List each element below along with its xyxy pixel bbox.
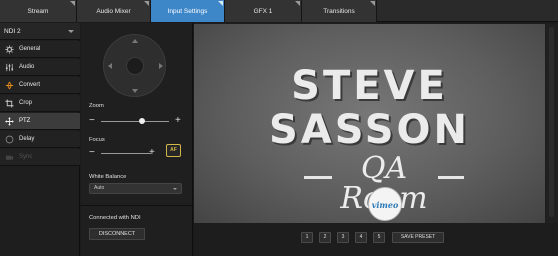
sync-camera-icon — [5, 155, 14, 161]
tab-corner-indicator — [295, 1, 300, 6]
input-preview: STEVE SASSON QA Room vimeo — [194, 24, 545, 223]
white-balance-select[interactable]: Auto — [89, 183, 182, 194]
ptz-controls-panel: Zoom − + Focus − + AF White Balance Auto… — [81, 23, 193, 256]
sidebar-item-label: Audio — [19, 64, 35, 70]
preview-area: STEVE SASSON QA Room vimeo 1 2 3 4 5 SAV… — [194, 23, 558, 256]
convert-icon — [5, 81, 14, 90]
preview-title-line-2: SASSON — [268, 107, 471, 153]
input-sidebar: NDI 2 General Audio Convert Crop PTZ Del… — [0, 23, 80, 256]
sidebar-item-convert[interactable]: Convert — [0, 77, 80, 94]
tab-transitions-label: Transitions — [323, 8, 355, 15]
preset-3-button[interactable]: 3 — [337, 232, 349, 243]
preset-1-button[interactable]: 1 — [301, 232, 313, 243]
sidebar-item-sync[interactable]: Sync — [0, 149, 80, 166]
ptz-joystick-center[interactable] — [126, 57, 144, 75]
sidebar-item-general[interactable]: General — [0, 41, 80, 58]
chevron-down-icon — [68, 30, 74, 33]
disconnect-button[interactable]: DISCONNECT — [89, 228, 145, 240]
preset-4-button[interactable]: 4 — [355, 232, 367, 243]
focus-minus-button[interactable]: − — [89, 148, 95, 158]
tab-audio-mixer-label: Audio Mixer — [96, 8, 131, 15]
pan-down-arrow-icon[interactable] — [132, 89, 138, 93]
preset-5-button[interactable]: 5 — [373, 232, 385, 243]
tab-stream[interactable]: Stream — [0, 0, 77, 22]
tab-corner-indicator — [218, 1, 223, 6]
sidebar-item-label: PTZ — [19, 118, 31, 124]
zoom-minus-button[interactable]: − — [89, 116, 95, 126]
sidebar-item-ptz[interactable]: PTZ — [0, 113, 80, 130]
sidebar-item-audio[interactable]: Audio — [0, 59, 80, 76]
preview-dash-right — [438, 176, 464, 179]
crop-icon — [5, 99, 14, 108]
tab-input-settings-label: Input Settings — [167, 8, 208, 15]
pan-right-arrow-icon[interactable] — [159, 63, 163, 69]
zoom-label: Zoom — [89, 103, 104, 109]
focus-label: Focus — [89, 137, 105, 143]
white-balance-label: White Balance — [89, 174, 127, 180]
sidebar-item-label: Crop — [19, 100, 33, 106]
pan-left-arrow-icon[interactable] — [108, 63, 112, 69]
vimeo-badge: vimeo — [368, 187, 402, 221]
focus-plus-button[interactable]: + — [149, 148, 155, 158]
tab-audio-mixer[interactable]: Audio Mixer — [77, 0, 151, 22]
autofocus-button[interactable]: AF — [166, 144, 181, 157]
tab-input-settings[interactable]: Input Settings — [151, 0, 225, 22]
ptz-move-icon — [5, 117, 14, 126]
sidebar-item-label: Convert — [19, 82, 41, 88]
save-preset-button[interactable]: SAVE PRESET — [392, 232, 444, 243]
tab-corner-indicator — [70, 1, 75, 6]
preset-2-button[interactable]: 2 — [319, 232, 331, 243]
ndi-connection-status: Connected with NDI — [89, 215, 141, 221]
tab-corner-indicator — [370, 1, 375, 6]
sidebar-item-label: Delay — [19, 136, 35, 142]
pan-up-arrow-icon[interactable] — [132, 39, 138, 43]
preview-scrollbar-thumb[interactable] — [549, 27, 554, 217]
delay-clock-icon — [5, 135, 14, 144]
preview-title-line-1: STEVE — [291, 63, 448, 109]
source-select-value: NDI 2 — [4, 28, 21, 35]
sidebar-item-delay[interactable]: Delay — [0, 131, 80, 148]
sidebar-item-label: Sync — [19, 154, 33, 160]
tab-corner-indicator — [144, 1, 149, 6]
tab-transitions[interactable]: Transitions — [302, 0, 377, 22]
source-select[interactable]: NDI 2 — [0, 23, 80, 40]
audio-sliders-icon — [5, 63, 14, 72]
chevron-down-icon — [173, 188, 177, 190]
divider — [81, 205, 193, 206]
gear-icon — [5, 45, 14, 54]
tab-stream-label: Stream — [27, 8, 49, 15]
preview-dash-left — [304, 176, 332, 179]
tab-gfx-1[interactable]: GFX 1 — [225, 0, 302, 22]
zoom-plus-button[interactable]: + — [175, 116, 181, 126]
tab-gfx-1-label: GFX 1 — [253, 8, 273, 15]
sidebar-item-crop[interactable]: Crop — [0, 95, 80, 112]
top-tab-bar: Stream Audio Mixer Input Settings GFX 1 … — [0, 0, 558, 22]
sidebar-item-label: General — [19, 46, 41, 52]
white-balance-value: Auto — [94, 185, 105, 191]
zoom-slider-thumb[interactable] — [138, 118, 145, 124]
focus-slider-track[interactable] — [101, 153, 151, 154]
zoom-slider-track[interactable] — [101, 121, 169, 122]
ptz-joystick[interactable] — [103, 34, 166, 97]
